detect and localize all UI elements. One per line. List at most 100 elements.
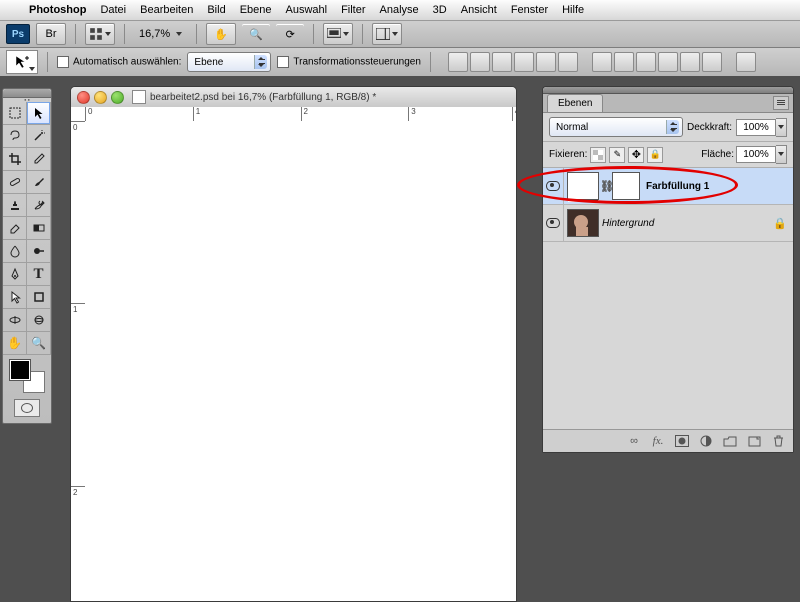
add-mask-button[interactable] <box>673 434 691 448</box>
align-hcenter-button[interactable] <box>536 52 556 72</box>
menu-analyse[interactable]: Analyse <box>373 0 426 20</box>
minimize-button[interactable] <box>94 91 107 104</box>
ruler-horizontal[interactable]: 0 1 2 3 4 <box>85 107 516 122</box>
zoom-button[interactable] <box>111 91 124 104</box>
bridge-button[interactable]: Br <box>36 23 66 45</box>
tool-blur[interactable] <box>3 240 27 263</box>
tool-zoom[interactable]: 🔍 <box>27 332 51 355</box>
tool-hand[interactable]: ✋ <box>3 332 27 355</box>
tool-preset-button[interactable] <box>6 50 38 74</box>
distribute-left-button[interactable] <box>658 52 678 72</box>
menu-fenster[interactable]: Fenster <box>504 0 555 20</box>
distribute-hcenter-button[interactable] <box>680 52 700 72</box>
tool-path-select[interactable] <box>3 286 27 309</box>
tool-lasso[interactable] <box>3 125 27 148</box>
blend-mode-select[interactable]: Normal <box>549 117 683 137</box>
menu-auswahl[interactable]: Auswahl <box>279 0 335 20</box>
new-layer-button[interactable] <box>745 434 763 448</box>
tool-shape[interactable] <box>27 286 51 309</box>
lock-pixels-button[interactable]: ✎ <box>609 147 625 163</box>
tool-pen[interactable] <box>3 263 27 286</box>
opacity-input[interactable]: 100% <box>736 118 787 137</box>
arrange-button[interactable] <box>85 23 115 45</box>
layer-thumbnail[interactable] <box>567 172 599 200</box>
quickmask-button[interactable] <box>14 399 40 417</box>
menu-ansicht[interactable]: Ansicht <box>454 0 504 20</box>
auto-select-checkbox[interactable]: Automatisch auswählen: <box>57 56 181 68</box>
layer-row[interactable]: ⛓ Farbfüllung 1 <box>543 168 793 205</box>
layer-style-button[interactable]: fx. <box>649 434 667 448</box>
zoom-tool-button[interactable]: 🔍 <box>242 24 270 44</box>
delete-layer-button[interactable] <box>769 434 787 448</box>
tool-3d-rotate[interactable] <box>3 309 27 332</box>
tool-crop[interactable] <box>3 148 27 171</box>
grid-icon <box>89 27 103 41</box>
tool-type[interactable]: T <box>27 263 51 286</box>
align-top-button[interactable] <box>448 52 468 72</box>
align-vcenter-button[interactable] <box>470 52 490 72</box>
foreground-color[interactable] <box>9 359 31 381</box>
panel-gripper[interactable] <box>543 87 793 94</box>
align-left-button[interactable] <box>514 52 534 72</box>
align-bottom-button[interactable] <box>492 52 512 72</box>
group-button[interactable] <box>721 434 739 448</box>
auto-select-target[interactable]: Ebene <box>187 52 271 72</box>
tool-stamp[interactable] <box>3 194 27 217</box>
mask-link-icon[interactable]: ⛓ <box>602 178 612 194</box>
tab-ebenen[interactable]: Ebenen <box>547 94 603 112</box>
tool-dodge[interactable] <box>27 240 51 263</box>
ps-logo[interactable]: Ps <box>6 24 30 44</box>
distribute-vcenter-button[interactable] <box>614 52 634 72</box>
menu-ebene[interactable]: Ebene <box>233 0 279 20</box>
tool-3d-orbit[interactable] <box>27 309 51 332</box>
tool-spot-heal[interactable] <box>3 171 27 194</box>
screen-mode-button[interactable] <box>323 23 353 45</box>
align-right-button[interactable] <box>558 52 578 72</box>
link-layers-button[interactable]: ∞ <box>625 434 643 448</box>
tool-quick-select[interactable] <box>27 125 51 148</box>
ruler-origin[interactable] <box>71 107 86 122</box>
tool-move[interactable] <box>27 102 51 125</box>
zoom-level[interactable]: 16,7% <box>134 28 187 40</box>
panel-menu-button[interactable] <box>773 96 789 110</box>
layer-row[interactable]: Hintergrund 🔒 <box>543 205 793 242</box>
tool-marquee[interactable] <box>3 102 27 125</box>
lock-all-button[interactable]: 🔒 <box>647 147 663 163</box>
lock-position-button[interactable]: ✥ <box>628 147 644 163</box>
layer-name[interactable]: Farbfüllung 1 <box>646 181 787 192</box>
ruler-vertical[interactable]: 0 1 2 <box>71 121 86 601</box>
auto-align-button[interactable] <box>736 52 756 72</box>
app-menu[interactable]: Photoshop <box>22 0 93 20</box>
menu-filter[interactable]: Filter <box>334 0 372 20</box>
menu-hilfe[interactable]: Hilfe <box>555 0 591 20</box>
distribute-right-button[interactable] <box>702 52 722 72</box>
tool-eyedropper[interactable] <box>27 148 51 171</box>
hand-tool-button[interactable]: ✋ <box>206 23 236 45</box>
layer-mask-thumbnail[interactable] <box>612 172 640 200</box>
color-swatches[interactable] <box>7 359 47 393</box>
menu-bild[interactable]: Bild <box>200 0 232 20</box>
tool-eraser[interactable] <box>3 217 27 240</box>
canvas[interactable] <box>85 121 516 601</box>
layer-name[interactable]: Hintergrund <box>602 218 773 229</box>
lock-transparency-button[interactable] <box>590 147 606 163</box>
close-button[interactable] <box>77 91 90 104</box>
rotate-view-button[interactable]: ⟳ <box>276 24 304 44</box>
workspace-button[interactable] <box>372 23 402 45</box>
visibility-toggle[interactable] <box>543 205 564 241</box>
menu-bearbeiten[interactable]: Bearbeiten <box>133 0 200 20</box>
tool-history-brush[interactable] <box>27 194 51 217</box>
fill-input[interactable]: 100% <box>736 145 787 164</box>
distribute-bottom-button[interactable] <box>636 52 656 72</box>
document-titlebar[interactable]: bearbeitet2.psd bei 16,7% (Farbfüllung 1… <box>71 87 516 108</box>
distribute-top-button[interactable] <box>592 52 612 72</box>
tool-gradient[interactable] <box>27 217 51 240</box>
visibility-toggle[interactable] <box>543 168 564 204</box>
layer-thumbnail[interactable] <box>567 209 599 237</box>
menu-3d[interactable]: 3D <box>426 0 454 20</box>
transform-controls-checkbox[interactable]: Transformationssteuerungen <box>277 56 420 68</box>
tool-brush[interactable] <box>27 171 51 194</box>
adjustment-layer-button[interactable] <box>697 434 715 448</box>
menu-datei[interactable]: Datei <box>93 0 133 20</box>
folder-icon <box>723 436 737 447</box>
